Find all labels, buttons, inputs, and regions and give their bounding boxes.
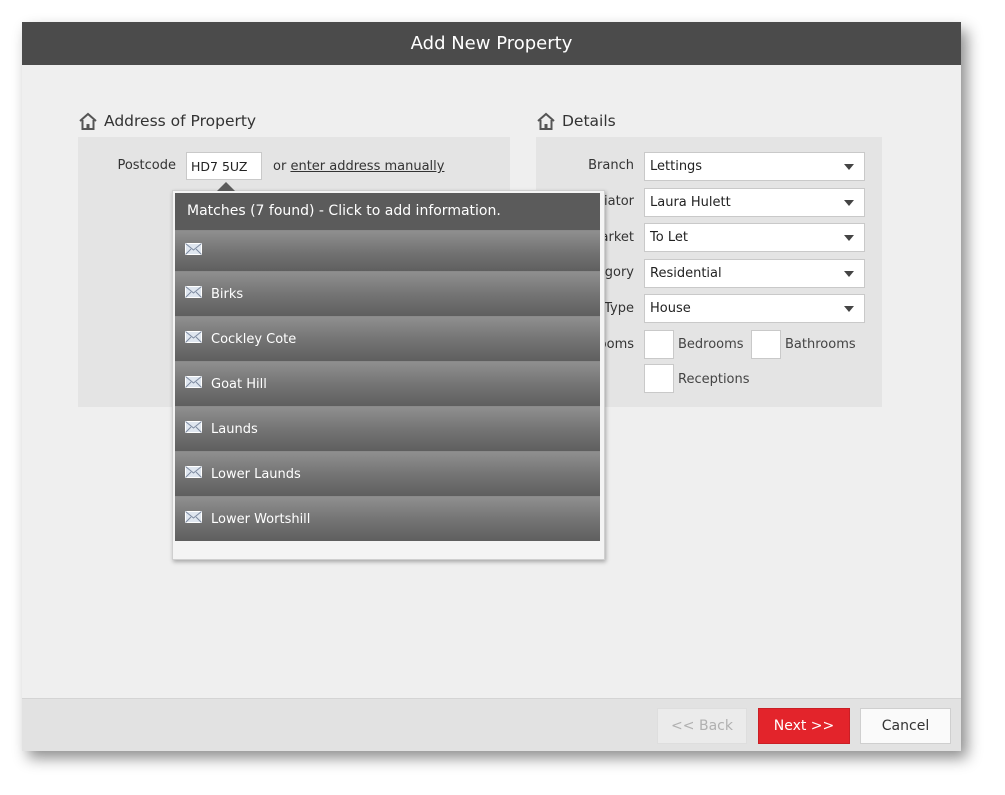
dialog-footer: << Back Next >> Cancel xyxy=(22,698,961,751)
bathrooms-label: Bathrooms xyxy=(785,337,856,352)
market-value: To Let xyxy=(650,230,688,245)
match-item[interactable]: Lower Wortshill xyxy=(175,496,600,541)
address-section-title: Address of Property xyxy=(78,110,256,132)
next-button[interactable]: Next >> xyxy=(758,708,850,744)
envelope-icon xyxy=(185,421,202,437)
negotiator-value: Laura Hulett xyxy=(650,195,731,210)
receptions-label: Receptions xyxy=(678,372,750,387)
house-icon xyxy=(536,112,556,131)
matches-list: Birks Cockley Cote Goat Hill Launds Lowe… xyxy=(175,230,600,541)
match-item-label: Goat Hill xyxy=(211,376,267,392)
postcode-input[interactable] xyxy=(186,152,262,180)
branch-label: Branch xyxy=(588,158,634,173)
envelope-icon xyxy=(185,466,202,482)
type-value: House xyxy=(650,301,691,316)
match-item[interactable] xyxy=(175,230,600,271)
or-text: or xyxy=(273,159,287,174)
details-section-title: Details xyxy=(536,110,616,132)
category-value: Residential xyxy=(650,266,722,281)
match-item-label: Birks xyxy=(211,286,244,302)
negotiator-select[interactable]: Laura Hulett xyxy=(644,188,865,217)
house-icon xyxy=(78,112,98,131)
market-select[interactable]: To Let xyxy=(644,223,865,252)
back-button[interactable]: << Back xyxy=(657,708,747,744)
address-section-label: Address of Property xyxy=(104,112,257,130)
address-matches-dropdown: Matches (7 found) - Click to add informa… xyxy=(172,182,605,560)
chevron-down-icon xyxy=(844,271,854,277)
match-item[interactable]: Cockley Cote xyxy=(175,316,600,361)
type-select[interactable]: House xyxy=(644,294,865,323)
bathrooms-input[interactable] xyxy=(751,330,781,359)
category-select[interactable]: Residential xyxy=(644,259,865,288)
cancel-button[interactable]: Cancel xyxy=(860,708,951,744)
bedrooms-label: Bedrooms xyxy=(678,337,744,352)
manual-address-text: or enter address manually xyxy=(273,159,444,174)
envelope-icon xyxy=(185,511,202,527)
match-item[interactable]: Birks xyxy=(175,271,600,316)
chevron-down-icon xyxy=(844,306,854,312)
enter-address-manually-link[interactable]: enter address manually xyxy=(290,159,444,174)
match-item[interactable]: Launds xyxy=(175,406,600,451)
bedrooms-input[interactable] xyxy=(644,330,674,359)
envelope-icon xyxy=(185,286,202,302)
envelope-icon xyxy=(185,376,202,392)
matches-header: Matches (7 found) - Click to add informa… xyxy=(175,193,600,230)
match-item[interactable]: Lower Launds xyxy=(175,451,600,496)
chevron-down-icon xyxy=(844,200,854,206)
match-item[interactable]: Goat Hill xyxy=(175,361,600,406)
dropdown-pointer xyxy=(217,182,235,191)
match-item-label: Lower Launds xyxy=(211,466,301,482)
match-item-label: Lower Wortshill xyxy=(211,511,311,527)
envelope-icon xyxy=(185,243,202,259)
match-item-label: Cockley Cote xyxy=(211,331,297,347)
chevron-down-icon xyxy=(844,164,854,170)
match-item-label: Launds xyxy=(211,421,258,437)
dialog-title: Add New Property xyxy=(22,22,961,65)
chevron-down-icon xyxy=(844,235,854,241)
postcode-label: Postcode xyxy=(117,158,176,173)
branch-select[interactable]: Lettings xyxy=(644,152,865,181)
branch-value: Lettings xyxy=(650,159,703,174)
details-section-label: Details xyxy=(562,112,616,130)
receptions-input[interactable] xyxy=(644,364,674,393)
envelope-icon xyxy=(185,331,202,347)
